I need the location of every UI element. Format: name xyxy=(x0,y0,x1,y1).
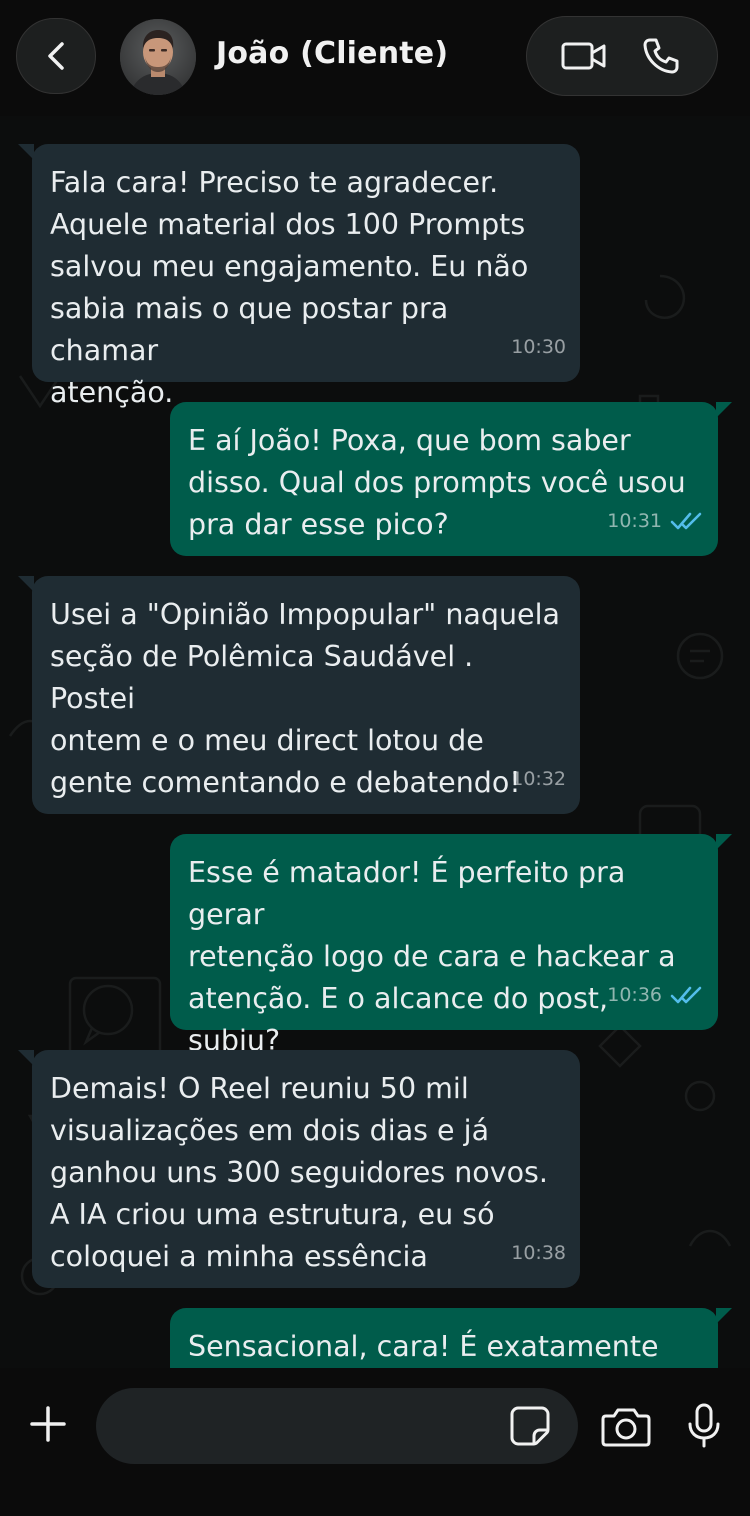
message-meta: 10:31 xyxy=(607,500,704,542)
message-time: 10:30 xyxy=(511,336,566,358)
video-call-icon xyxy=(561,42,605,70)
avatar[interactable] xyxy=(120,19,196,95)
message-text: Usei a "Opinião Impopular" naquela seção… xyxy=(50,598,560,799)
attach-button[interactable] xyxy=(28,1404,68,1444)
message-bubble-incoming[interactable]: Demais! O Reel reuniu 50 mil visualizaçõ… xyxy=(18,1050,580,1288)
phone-call-icon xyxy=(643,38,678,74)
sticker-icon xyxy=(510,1406,550,1446)
camera-button[interactable] xyxy=(600,1404,652,1448)
message-bubble-incoming[interactable]: Fala cara! Preciso te agradecer. Aquele … xyxy=(18,144,580,409)
message-bubble-incoming[interactable]: Usei a "Opinião Impopular" naquela seção… xyxy=(18,576,580,814)
contact-name[interactable]: João (Cliente) xyxy=(216,36,448,71)
call-actions xyxy=(526,16,718,96)
chat-screen: João (Cliente) Fala cara! Preciso te agr… xyxy=(0,0,750,1516)
message-input-container[interactable] xyxy=(96,1388,578,1464)
plus-icon xyxy=(30,1406,66,1442)
read-receipt-icon xyxy=(670,986,702,1004)
message-text: Esse é matador! É perfeito pra gerar ret… xyxy=(188,856,676,1057)
microphone-icon xyxy=(688,1403,720,1448)
message-meta: 10:36 xyxy=(607,974,704,1016)
message-text: Sensacional, cara! É exatamente essa xyxy=(188,1330,659,1363)
video-call-button[interactable] xyxy=(560,32,608,80)
message-time: 10:38 xyxy=(511,1242,566,1264)
voice-call-button[interactable] xyxy=(637,32,685,80)
back-button[interactable] xyxy=(16,18,96,94)
contact-photo xyxy=(120,19,196,95)
message-text: Demais! O Reel reuniu 50 mil visualizaçõ… xyxy=(50,1072,548,1273)
message-list[interactable]: Fala cara! Preciso te agradecer. Aquele … xyxy=(0,116,750,1368)
message-meta: 10:32 xyxy=(511,758,566,800)
message-text: Fala cara! Preciso te agradecer. Aquele … xyxy=(50,166,529,409)
back-arrow-icon xyxy=(48,42,64,70)
message-time: 10:36 xyxy=(607,984,662,1006)
message-composer xyxy=(0,1368,750,1516)
chat-header: João (Cliente) xyxy=(0,0,750,116)
message-input[interactable] xyxy=(120,1406,500,1446)
message-meta: 10:38 xyxy=(511,1232,566,1274)
sticker-button[interactable] xyxy=(508,1404,552,1448)
message-meta: 10:30 xyxy=(511,326,566,368)
message-bubble-outgoing[interactable]: Esse é matador! É perfeito pra gerar ret… xyxy=(170,834,732,1057)
message-bubble-outgoing[interactable]: Sensacional, cara! É exatamente essa xyxy=(170,1308,732,1368)
message-time: 10:32 xyxy=(511,768,566,790)
camera-icon xyxy=(601,1408,651,1447)
message-bubble-outgoing[interactable]: E aí João! Poxa, que bom saber disso. Qu… xyxy=(170,402,732,556)
read-receipt-icon xyxy=(670,512,702,530)
microphone-button[interactable] xyxy=(684,1402,724,1450)
message-time: 10:31 xyxy=(607,510,662,532)
